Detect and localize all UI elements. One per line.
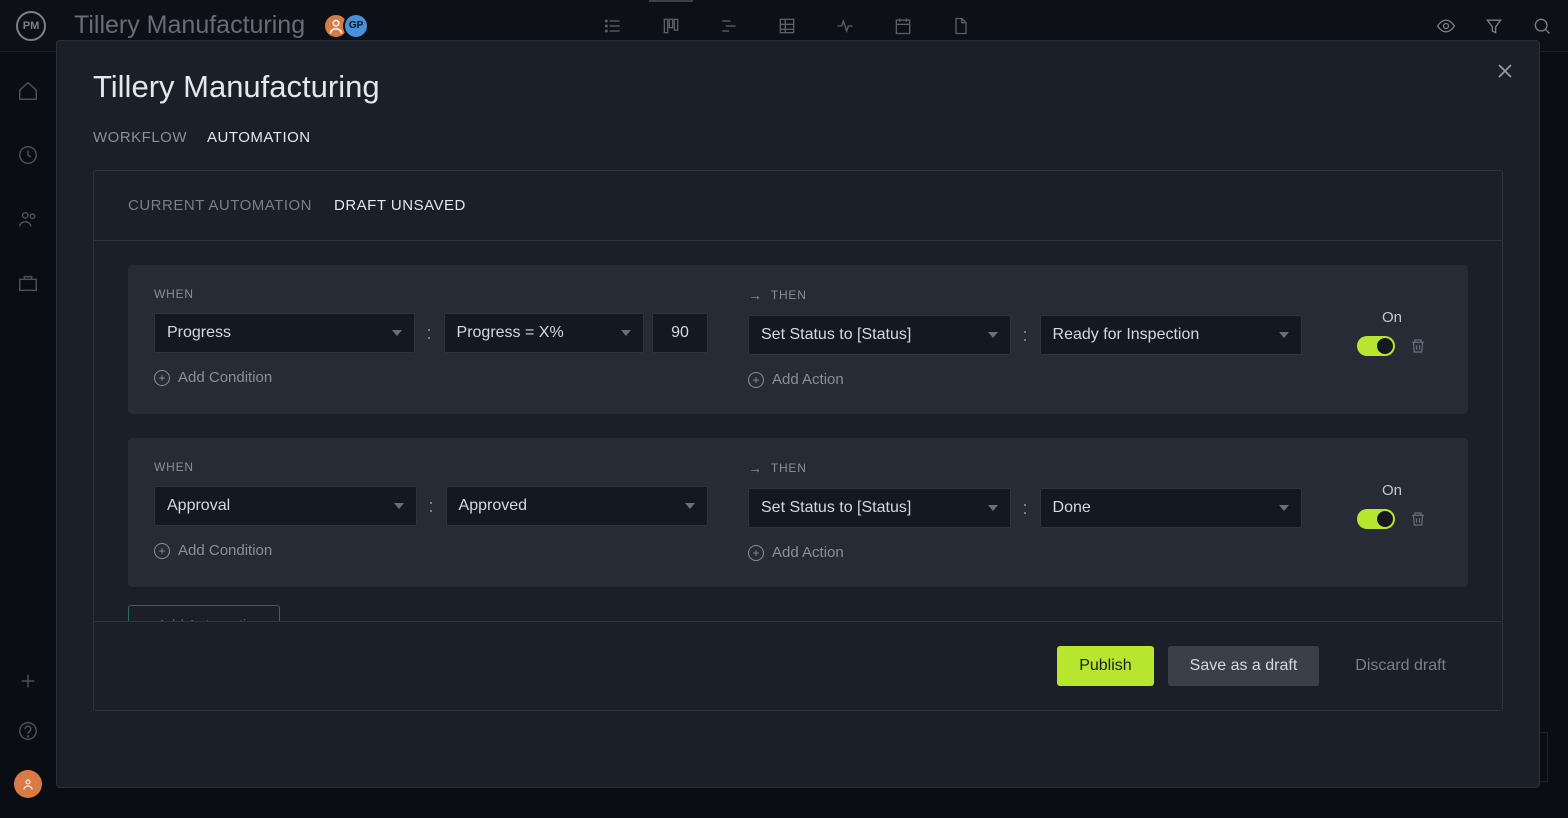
plus-circle-icon: +	[748, 372, 764, 388]
plus-circle-icon: +	[154, 370, 170, 386]
board-view-icon[interactable]	[661, 16, 681, 36]
sheet-view-icon[interactable]	[777, 16, 797, 36]
then-action-select[interactable]: Set Status to [Status]	[748, 488, 1011, 528]
colon: :	[1023, 325, 1028, 346]
colon: :	[1023, 498, 1028, 519]
when-field-select[interactable]: Approval	[154, 486, 417, 526]
tab-draft-unsaved[interactable]: DRAFT UNSAVED	[334, 197, 466, 214]
files-view-icon[interactable]	[951, 16, 971, 36]
trash-icon[interactable]	[1409, 509, 1427, 529]
add-action-button[interactable]: +Add Action	[748, 544, 1302, 561]
panel-body: WHEN Progress : Progress = X% 90 +Add Co…	[94, 241, 1502, 621]
colon: :	[427, 323, 432, 344]
automation-toggle[interactable]	[1357, 509, 1395, 529]
add-condition-button[interactable]: +Add Condition	[154, 542, 708, 559]
automation-modal: Tillery Manufacturing WORKFLOW AUTOMATIO…	[56, 40, 1540, 788]
topbar-right	[1436, 16, 1552, 36]
avatar-2[interactable]: GP	[343, 13, 369, 39]
user-avatar[interactable]	[14, 770, 42, 798]
list-view-icon[interactable]	[603, 16, 623, 36]
discard-draft-button[interactable]: Discard draft	[1333, 646, 1468, 686]
chevron-down-icon	[394, 503, 404, 509]
team-icon[interactable]	[17, 208, 39, 230]
chevron-down-icon	[988, 505, 998, 511]
then-label: →THEN	[748, 287, 1302, 303]
app-logo[interactable]: PM	[16, 11, 46, 41]
save-draft-button[interactable]: Save as a draft	[1168, 646, 1320, 686]
then-label: →THEN	[748, 460, 1302, 476]
arrow-right-icon: →	[748, 287, 763, 303]
when-operator-select[interactable]: Approved	[446, 486, 709, 526]
filter-icon[interactable]	[1484, 16, 1504, 36]
when-operator-select[interactable]: Progress = X%	[444, 313, 645, 353]
view-switcher	[603, 16, 971, 36]
toggle-column: On	[1342, 460, 1442, 561]
on-label: On	[1382, 482, 1402, 499]
tab-automation[interactable]: AUTOMATION	[207, 129, 311, 146]
publish-button[interactable]: Publish	[1057, 646, 1153, 686]
project-title: Tillery Manufacturing	[74, 11, 305, 40]
tab-workflow[interactable]: WORKFLOW	[93, 129, 187, 146]
gantt-view-icon[interactable]	[719, 16, 739, 36]
plus-circle-icon: +	[154, 543, 170, 559]
then-value-select[interactable]: Ready for Inspection	[1040, 315, 1303, 355]
panel-footer: Publish Save as a draft Discard draft	[94, 621, 1502, 710]
left-rail	[0, 52, 56, 818]
then-column: →THEN Set Status to [Status] : Done +Add…	[748, 460, 1302, 561]
close-icon[interactable]	[1493, 59, 1517, 83]
recent-icon[interactable]	[17, 144, 39, 166]
chevron-down-icon	[685, 503, 695, 509]
member-avatars[interactable]: GP	[323, 13, 363, 39]
when-value-input[interactable]: 90	[652, 313, 708, 353]
when-label: WHEN	[154, 287, 708, 301]
automation-card-1: WHEN Progress : Progress = X% 90 +Add Co…	[128, 265, 1468, 414]
add-icon[interactable]	[17, 670, 39, 692]
chevron-down-icon	[988, 332, 998, 338]
when-column: WHEN Approval : Approved +Add Condition	[154, 460, 708, 561]
home-icon[interactable]	[17, 80, 39, 102]
chevron-down-icon	[392, 330, 402, 336]
then-action-select[interactable]: Set Status to [Status]	[748, 315, 1011, 355]
automation-toggle[interactable]	[1357, 336, 1395, 356]
briefcase-icon[interactable]	[17, 272, 39, 294]
activity-view-icon[interactable]	[835, 16, 855, 36]
eye-icon[interactable]	[1436, 16, 1456, 36]
search-icon[interactable]	[1532, 16, 1552, 36]
arrow-right-icon: →	[748, 460, 763, 476]
on-label: On	[1382, 309, 1402, 326]
modal-title: Tillery Manufacturing	[93, 69, 1503, 105]
trash-icon[interactable]	[1409, 336, 1427, 356]
toggle-column: On	[1342, 287, 1442, 388]
automation-panel: CURRENT AUTOMATION DRAFT UNSAVED WHEN Pr…	[93, 170, 1503, 711]
when-column: WHEN Progress : Progress = X% 90 +Add Co…	[154, 287, 708, 388]
modal-tabs: WORKFLOW AUTOMATION	[93, 129, 1503, 146]
when-label: WHEN	[154, 460, 708, 474]
chevron-down-icon	[1279, 332, 1289, 338]
add-action-button[interactable]: +Add Action	[748, 371, 1302, 388]
chevron-down-icon	[1279, 505, 1289, 511]
tab-current-automation[interactable]: CURRENT AUTOMATION	[128, 197, 312, 214]
then-value-select[interactable]: Done	[1040, 488, 1303, 528]
add-condition-button[interactable]: +Add Condition	[154, 369, 708, 386]
automation-card-2: WHEN Approval : Approved +Add Condition …	[128, 438, 1468, 587]
when-field-select[interactable]: Progress	[154, 313, 415, 353]
help-icon[interactable]	[17, 720, 39, 742]
calendar-view-icon[interactable]	[893, 16, 913, 36]
chevron-down-icon	[621, 330, 631, 336]
then-column: →THEN Set Status to [Status] : Ready for…	[748, 287, 1302, 388]
add-automation-button[interactable]: + Add Automation	[128, 605, 280, 621]
panel-tabs: CURRENT AUTOMATION DRAFT UNSAVED	[94, 171, 1502, 241]
plus-circle-icon: +	[748, 545, 764, 561]
colon: :	[429, 496, 434, 517]
